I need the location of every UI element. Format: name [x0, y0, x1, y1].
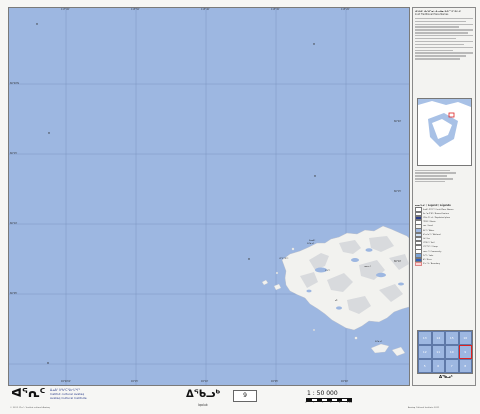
top-tick-3: 115°40': [201, 8, 210, 11]
index-cell[interactable]: 5: [418, 359, 432, 373]
left-tick-1: 66°20'N: [10, 82, 19, 85]
right-tick-3: 66°10': [394, 260, 402, 263]
index-cell[interactable]: 16: [458, 331, 472, 345]
footer-copyright-left: © 2011 ᐊᕐᕆᑦ / Institut culturel Avataq: [10, 407, 50, 409]
scale-label-3: 3: [330, 402, 332, 404]
svg-text:ᐊᖏᕐᕋᖅ: ᐊᖏᕐᕋᖅ: [279, 257, 288, 260]
index-cell[interactable]: 14: [431, 331, 445, 345]
svg-text:ᑰᒃ: ᑰᒃ: [335, 299, 338, 302]
index-cell[interactable]: 7: [445, 359, 459, 373]
left-tick-2: 66°15': [10, 152, 18, 155]
svg-text:ᓄᓇᓕᒃ: ᓄᓇᓕᒃ: [364, 265, 371, 268]
bottom-tick-1: 94°20'W: [61, 380, 71, 383]
legend-item: ᑭᒡᓕᖓ / Boundary: [415, 261, 473, 267]
sheet-index-grid[interactable]: 13 14 15 16 12 11 10 9 5 6 7 8: [417, 330, 473, 374]
right-tick-1: 66°20': [394, 120, 402, 123]
scale-label-4: 4: [339, 402, 341, 404]
index-cell[interactable]: 6: [431, 359, 445, 373]
top-tick-2: 115°50': [131, 8, 140, 11]
panel-header: ᐊᕐᕕᐊᑦ ᐊᓯᐊᓐᓂᒃ ᐃᓗᐊᓂ ᐅᐱᓐᖏᕐᕕᖕᒧᑦ Inuit Tradit…: [415, 10, 473, 61]
sheet-number-box: 9: [233, 390, 257, 402]
index-cell[interactable]: 12: [418, 345, 432, 359]
location-inset-map[interactable]: [417, 98, 472, 166]
scale-label-1: 1: [313, 402, 315, 404]
left-tick-3: 66°10': [10, 222, 18, 225]
index-cell[interactable]: 15: [445, 331, 459, 345]
inset-svg: [418, 99, 471, 165]
index-cell[interactable]: 8: [458, 359, 472, 373]
footer-copyright-right: Avataq Cultural Institute 2011: [408, 407, 440, 409]
top-tick-4: 115°30': [271, 8, 280, 11]
panel-title-en: Inuit Traditional Place Names: [415, 12, 449, 16]
bottom-tick-2: 94°15': [131, 380, 139, 383]
top-tick-1: 117°00': [61, 8, 70, 11]
map-frame[interactable]: ᐃᓄᐃᑦ ᐃᖃᓗᒃ ᑕᓯᖅ ᓄᓇᓕᒃ ᑰᒃ ᐃᖃᓗᒃ ᐊᖏᕐᕋᖅ 117°00'…: [8, 7, 410, 386]
panel-sheet-label: ᐃᖃᓗᒃ: [439, 374, 453, 379]
logo-line: Avataq Cultural Institute: [50, 396, 87, 400]
footer: ᐊᕐᕆᑦ ᐃᓄᐃᑦ ᐱᖃᑦᑕᕐᕕᓕᒫᖏᑦ Institut culturel A…: [8, 386, 474, 412]
svg-text:ᐃᖃᓗᒃ: ᐃᖃᓗᒃ: [307, 242, 314, 245]
bottom-tick-3: 94°10': [201, 380, 209, 383]
svg-text:ᐃᖃᓗᒃ: ᐃᖃᓗᒃ: [375, 340, 382, 343]
scale-label-0: 0: [305, 402, 307, 404]
sheet-title-latin: Iqaluk: [198, 403, 208, 407]
left-tick-4: 66°05': [10, 292, 18, 295]
scale-text: 1 : 50 000: [307, 390, 338, 397]
scale-label-2: 2: [322, 402, 324, 404]
logo-text: ᐃᓄᐃᑦ ᐱᖃᑦᑕᕐᕕᓕᒫᖏᑦ Institut culturel Avataq…: [50, 388, 87, 400]
index-cell[interactable]: 11: [431, 345, 445, 359]
index-cell[interactable]: 13: [418, 331, 432, 345]
index-cell[interactable]: 10: [445, 345, 459, 359]
right-tick-2: 66°15': [394, 190, 402, 193]
sheet-title-syllabic: ᐃᖃᓗᒃ: [186, 389, 221, 400]
svg-text:ᑕᓯᖅ: ᑕᓯᖅ: [325, 269, 330, 272]
panel-contact-block: [415, 168, 473, 184]
top-tick-5: 115°20': [341, 8, 350, 11]
side-panel: ᐊᕐᕕᐊᑦ ᐊᓯᐊᓐᓂᒃ ᐃᓗᐊᓂ ᐅᐱᓐᖏᕐᕕᖕᒧᑦ Inuit Tradit…: [412, 7, 476, 386]
legend: ᓇᓂᓯᒪᔪᑦ / Legend / Légende ᐃᓄᐃᑦ ᐊᑎᖏᑦ / In…: [415, 204, 473, 267]
bottom-tick-5: 94°00': [341, 380, 349, 383]
panel-text-block: [415, 17, 473, 60]
logo-syllabic: ᐊᕐᕆᑦ: [11, 386, 46, 400]
map-canvas[interactable]: ᐃᓄᐃᑦ ᐃᖃᓗᒃ ᑕᓯᖅ ᓄᓇᓕᒃ ᑰᒃ ᐃᖃᓗᒃ ᐊᖏᕐᕋᖅ: [9, 8, 409, 385]
bottom-tick-4: 94°05': [271, 380, 279, 383]
index-cell-current[interactable]: 9: [458, 345, 472, 359]
scale-label-5: 5 km: [347, 402, 353, 404]
